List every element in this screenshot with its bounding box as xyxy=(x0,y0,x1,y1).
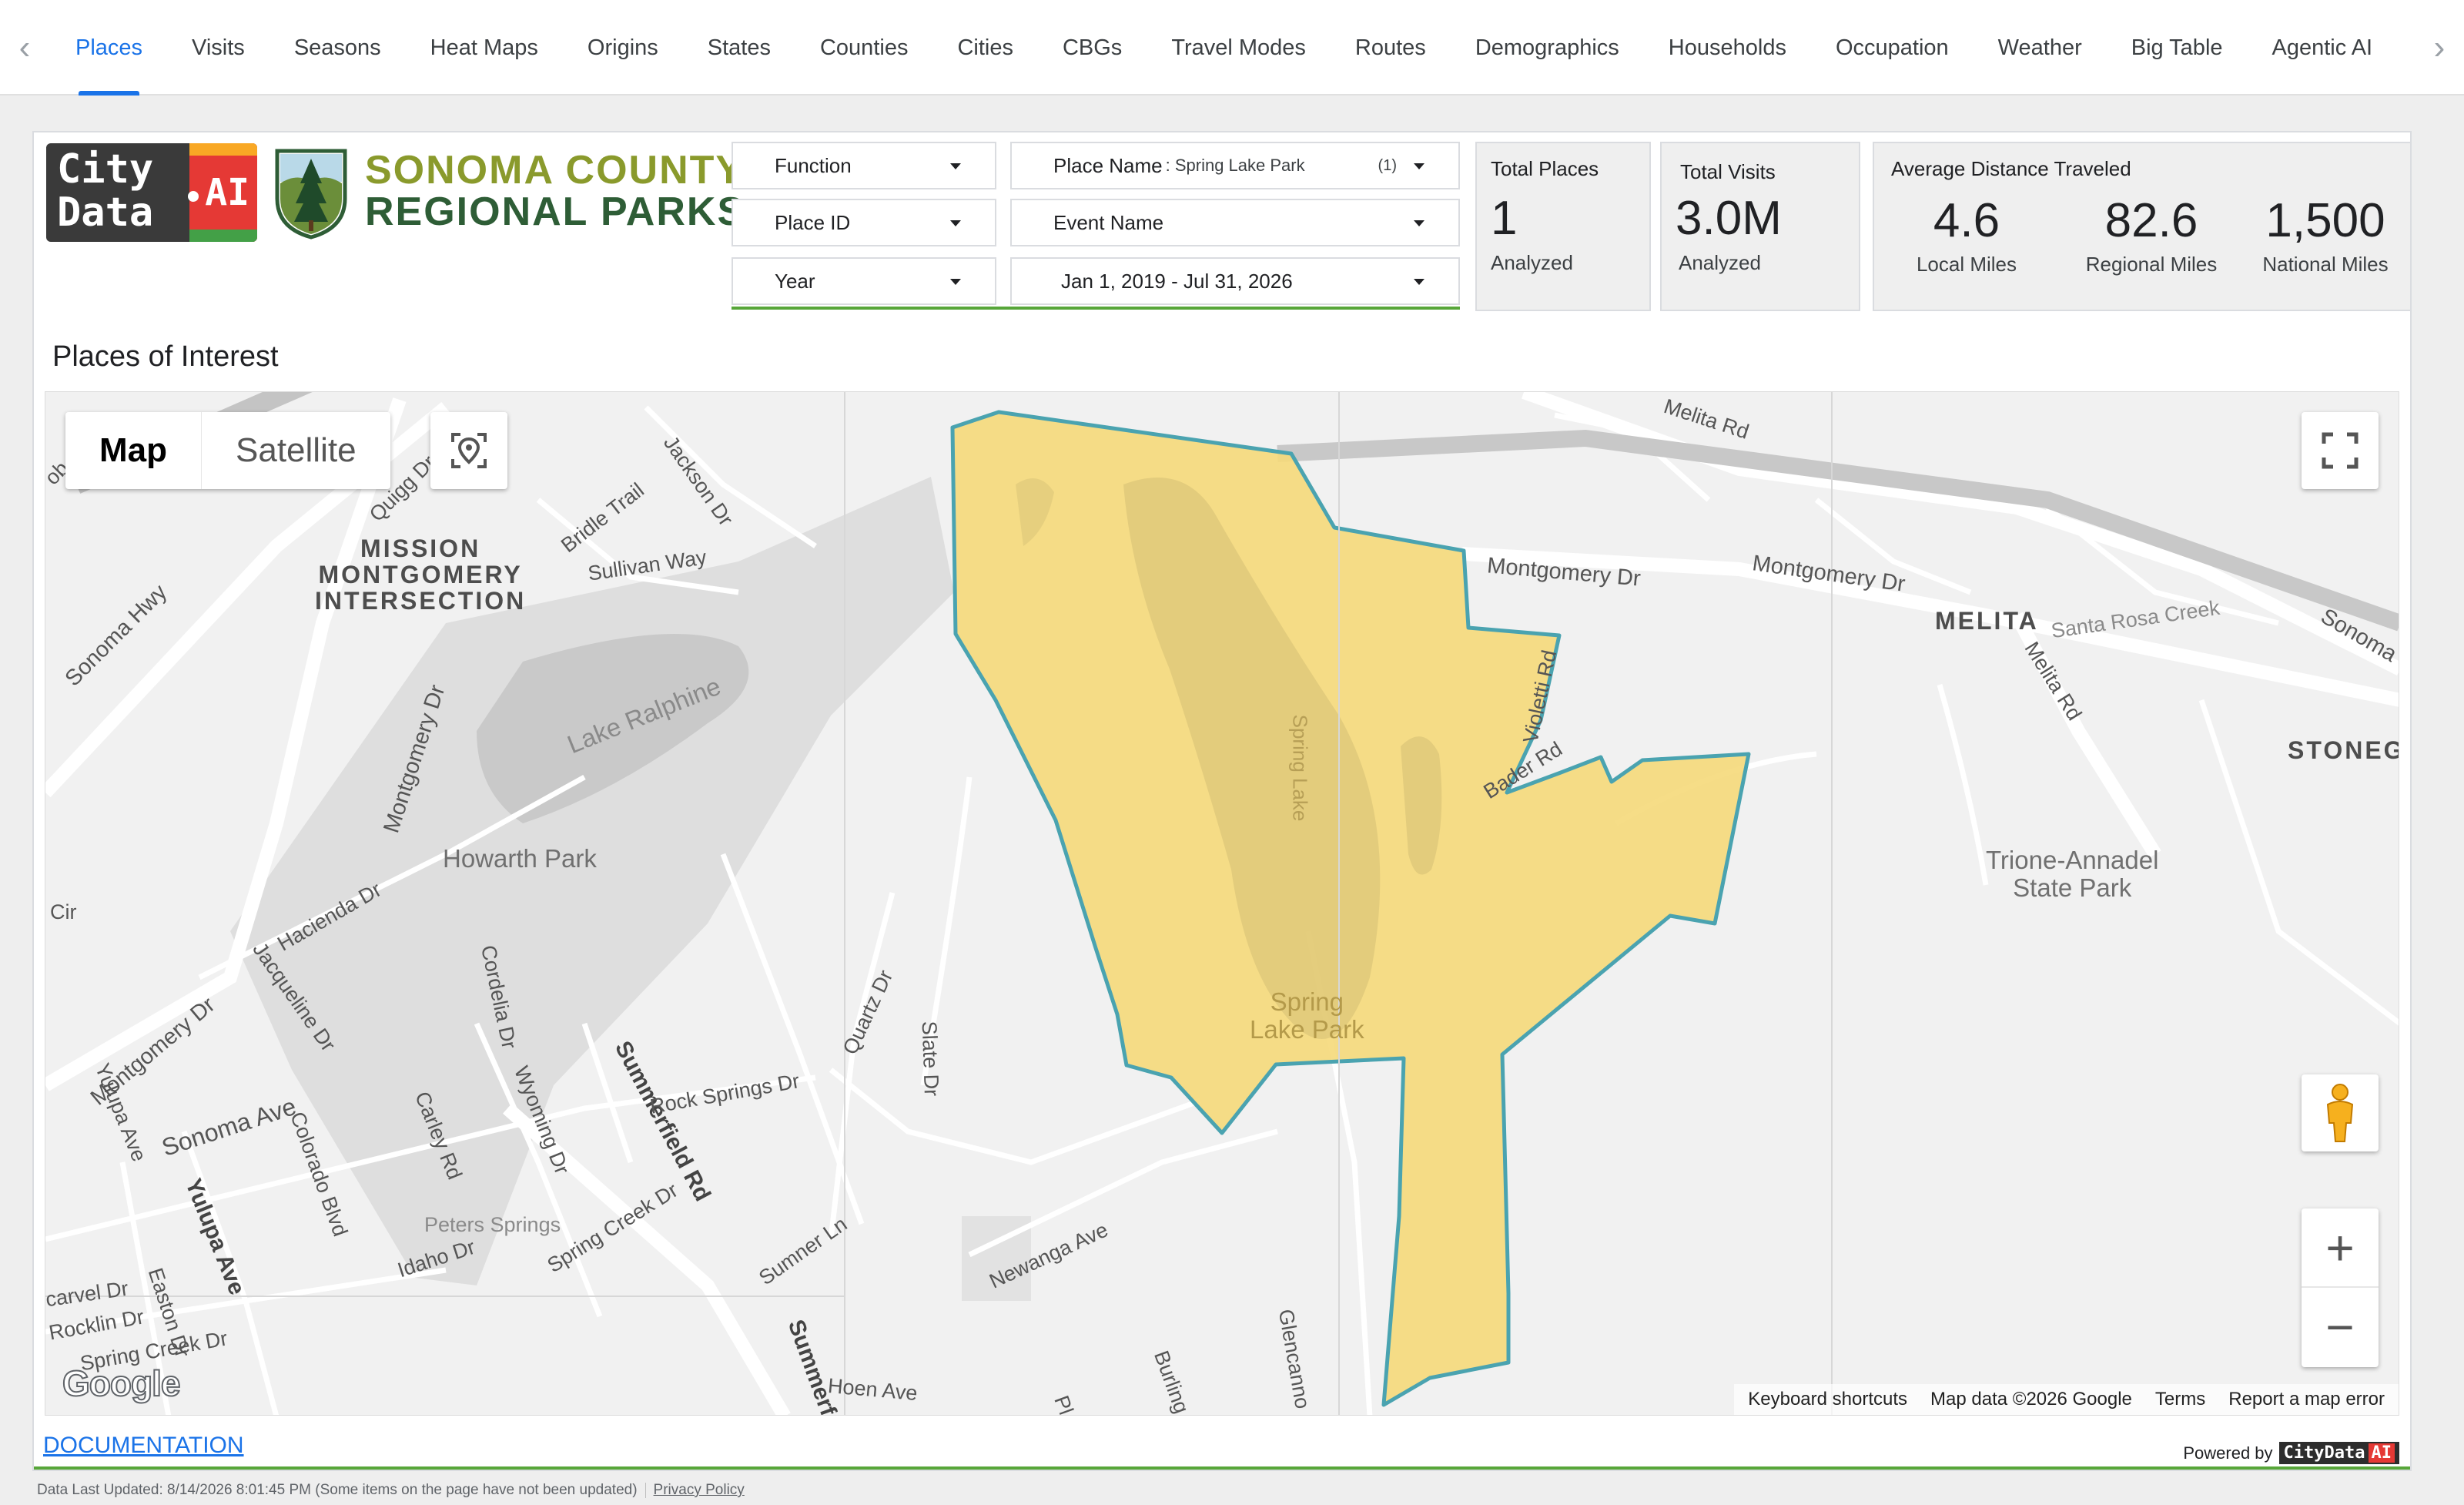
label-spring-lake-park: Spring Lake Park xyxy=(1250,987,1364,1044)
regional-parks-wordmark: SONOMA COUNTY REGIONAL PARKS xyxy=(365,148,746,234)
tab-origins[interactable]: Origins xyxy=(563,0,683,96)
label-cir: Cir xyxy=(50,900,77,923)
filter-underline xyxy=(732,307,1460,310)
tab-places[interactable]: Places xyxy=(51,0,167,96)
tab-agentic-ai[interactable]: Agentic AI xyxy=(2248,0,2398,96)
label-slate-dr: Slate Dr xyxy=(917,1021,943,1097)
keyboard-shortcuts-link[interactable]: Keyboard shortcuts xyxy=(1748,1389,1907,1410)
event-name-dropdown[interactable]: Event Name xyxy=(1010,199,1460,246)
documentation-link[interactable]: DOCUMENTATION xyxy=(43,1433,244,1459)
tab-states[interactable]: States xyxy=(683,0,795,96)
terms-link[interactable]: Terms xyxy=(2155,1389,2205,1410)
label-mission-montgomery: MISSION MONTGOMERY INTERSECTION xyxy=(315,535,527,615)
privacy-policy-link[interactable]: Privacy Policy xyxy=(654,1482,745,1498)
caret-down-icon xyxy=(1414,163,1424,169)
section-title: Places of Interest xyxy=(52,340,279,373)
street-view-button[interactable] xyxy=(2302,1074,2379,1151)
function-dropdown[interactable]: Function xyxy=(732,142,996,189)
date-range-picker[interactable]: Jan 1, 2019 - Jul 31, 2026 xyxy=(1010,257,1460,305)
avg-distance-card: Average Distance Traveled 4.6 Local Mile… xyxy=(1873,142,2412,311)
label-spring-lake: Spring Lake xyxy=(1288,714,1312,822)
regional-miles-stat: 82.6 Regional Miles xyxy=(2085,194,2218,276)
caret-down-icon xyxy=(1414,220,1424,226)
top-tab-bar: ‹ Places Visits Seasons Heat Maps Origins Sta… xyxy=(0,0,2464,96)
label-trione-annadel: Trione-Annadel State Park xyxy=(1986,846,2159,902)
caret-down-icon xyxy=(1414,279,1424,285)
caret-down-icon xyxy=(950,163,961,169)
label-stoneg: STONEG xyxy=(2288,736,2399,764)
total-visits-card: Total Visits 3.0M Analyzed xyxy=(1660,142,1860,311)
caret-down-icon xyxy=(950,220,961,226)
tab-cbgs[interactable]: CBGs xyxy=(1038,0,1147,96)
tab-demographics[interactable]: Demographics xyxy=(1451,0,1644,96)
map-attribution: Keyboard shortcuts Map data ©2026 Google… xyxy=(1734,1384,2399,1415)
tab-seasons[interactable]: Seasons xyxy=(270,0,406,96)
tab-visits[interactable]: Visits xyxy=(167,0,270,96)
selection-count: (1) xyxy=(1378,157,1397,174)
regional-parks-badge-icon xyxy=(275,149,347,240)
panel-bottom-line xyxy=(34,1466,2410,1470)
place-id-dropdown[interactable]: Place ID xyxy=(732,199,996,246)
tab-occupation[interactable]: Occupation xyxy=(1811,0,1974,96)
fullscreen-icon xyxy=(2322,432,2359,469)
tab-cities[interactable]: Cities xyxy=(932,0,1038,96)
label-howarth-park: Howarth Park xyxy=(443,844,597,873)
tab-heat-maps[interactable]: Heat Maps xyxy=(406,0,563,96)
dashboard-panel: City Data AI SONOMA COUNTY REGIONAL PARKS… xyxy=(32,131,2412,1471)
tab-counties[interactable]: Counties xyxy=(795,0,932,96)
data-last-updated: Data Last Updated: 8/14/2026 8:01:45 PM … xyxy=(37,1482,638,1498)
zoom-out-button[interactable]: − xyxy=(2302,1288,2379,1366)
locate-button[interactable] xyxy=(430,412,507,489)
tab-routes[interactable]: Routes xyxy=(1331,0,1451,96)
powered-by: Powered by CityData AI xyxy=(2183,1442,2399,1464)
tab-big-table[interactable]: Big Table xyxy=(2107,0,2248,96)
caret-down-icon xyxy=(950,279,961,285)
label-peters-springs: Peters Springs xyxy=(424,1213,561,1236)
citydata-logo: City Data AI xyxy=(46,143,257,242)
map-type-satellite-button[interactable]: Satellite xyxy=(202,412,390,489)
report-map-error-link[interactable]: Report a map error xyxy=(2228,1389,2385,1410)
map-type-control: Map Satellite xyxy=(65,412,390,489)
national-miles-stat: 1,500 National Miles xyxy=(2262,194,2389,276)
total-places-card: Total Places 1 Analyzed xyxy=(1475,142,1651,311)
map-type-map-button[interactable]: Map xyxy=(65,412,202,489)
tab-travel-modes[interactable]: Travel Modes xyxy=(1147,0,1331,96)
tab-list: Places Visits Seasons Heat Maps Origins State… xyxy=(51,0,2410,96)
google-logo: Google xyxy=(62,1363,181,1404)
citydata-logo-text: City Data xyxy=(57,146,154,236)
local-miles-stat: 4.6 Local Miles xyxy=(1916,194,2017,276)
tab-weather[interactable]: Weather xyxy=(1974,0,2107,96)
page-footer: Data Last Updated: 8/14/2026 8:01:45 PM … xyxy=(37,1482,745,1499)
zoom-in-button[interactable]: + xyxy=(2302,1209,2379,1288)
places-map[interactable]: MISSION MONTGOMERY INTERSECTION MELITA STO… xyxy=(45,391,2399,1416)
tab-households[interactable]: Households xyxy=(1644,0,1811,96)
chevron-left-icon[interactable]: ‹ xyxy=(0,0,49,96)
map-data-credit: Map data ©2026 Google xyxy=(1930,1389,2132,1409)
place-name-dropdown[interactable]: Place Name: Spring Lake Park (1) xyxy=(1010,142,1460,189)
pegman-icon xyxy=(2326,1084,2354,1142)
location-focus-icon xyxy=(451,433,487,468)
citydata-logo-ai: AI xyxy=(205,171,249,214)
fullscreen-button[interactable] xyxy=(2302,412,2379,489)
chevron-right-icon[interactable]: › xyxy=(2415,0,2464,96)
label-melita: MELITA xyxy=(1935,607,2039,635)
citydata-badge: CityData AI xyxy=(2278,1442,2399,1464)
zoom-control: + − xyxy=(2302,1208,2379,1367)
year-dropdown[interactable]: Year xyxy=(732,257,996,305)
